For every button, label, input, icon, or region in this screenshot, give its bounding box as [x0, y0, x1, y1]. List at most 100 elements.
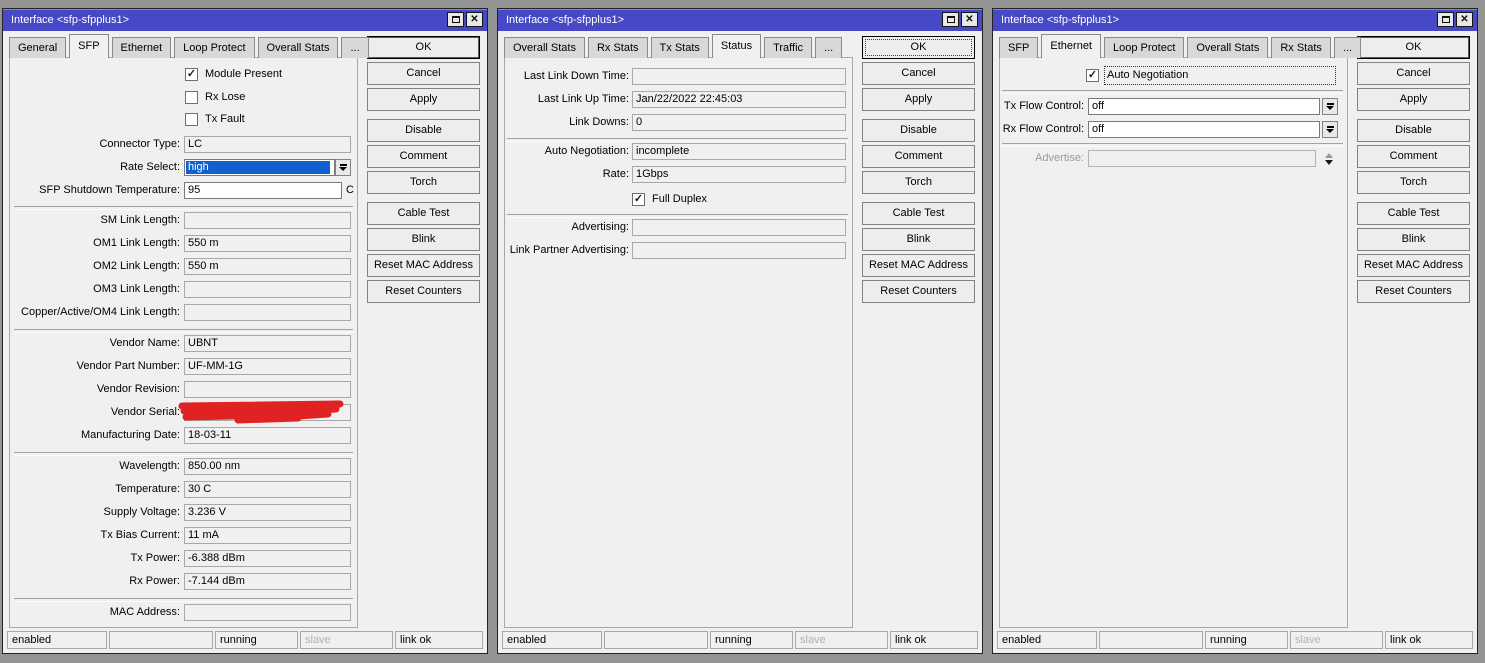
advertise-spinner[interactable]	[1324, 151, 1334, 166]
disable-button[interactable]: Disable	[367, 119, 480, 142]
torch-button[interactable]: Torch	[862, 171, 975, 194]
module-present-checkbox[interactable]: ✓	[185, 68, 198, 81]
tab-rx-stats[interactable]: Rx Stats	[1271, 37, 1331, 58]
sfp-shutdown-temperature-label: SFP Shutdown Temperature:	[39, 184, 180, 196]
check-icon: ✓	[186, 68, 197, 80]
tab-rx-stats[interactable]: Rx Stats	[587, 37, 648, 58]
separator	[14, 452, 353, 456]
maximize-button[interactable]	[1437, 12, 1454, 27]
reset-counters-button[interactable]: Reset Counters	[862, 280, 975, 303]
rate-label: Rate:	[602, 168, 629, 180]
connector-type-label: Connector Type:	[99, 138, 180, 150]
status-link-ok: link ok	[395, 631, 483, 649]
tab-general[interactable]: General	[9, 37, 67, 58]
auto-negotiation-checkbox[interactable]: ✓	[1086, 69, 1099, 82]
reset-counters-button[interactable]: Reset Counters	[1357, 280, 1470, 303]
reset-mac-address-button[interactable]: Reset MAC Address	[367, 254, 480, 277]
advertise-field	[1088, 150, 1316, 167]
ethernet-form-panel: ✓ Auto Negotiation Tx Flow Control: off …	[999, 57, 1348, 628]
ok-button[interactable]: OK	[367, 36, 480, 59]
tab-sfp[interactable]: SFP	[69, 34, 109, 58]
tab-status[interactable]: Status	[711, 34, 762, 58]
tx-flow-control-field[interactable]: off	[1088, 98, 1320, 115]
blink-button[interactable]: Blink	[1357, 228, 1470, 251]
om3-link-length-label: OM3 Link Length:	[93, 283, 180, 295]
wavelength-label: Wavelength:	[119, 460, 180, 472]
tab-tx-stats[interactable]: Tx Stats	[650, 37, 709, 58]
status-cell-2	[1099, 631, 1203, 649]
link-downs-label: Link Downs:	[569, 116, 629, 128]
close-button[interactable]: ✕	[1456, 12, 1473, 27]
cancel-button[interactable]: Cancel	[1357, 62, 1470, 85]
tab-overall-stats[interactable]: Overall Stats	[257, 37, 339, 58]
torch-button[interactable]: Torch	[367, 171, 480, 194]
mac-address-field	[184, 604, 351, 621]
blink-button[interactable]: Blink	[367, 228, 480, 251]
status-cell-2	[604, 631, 708, 649]
disable-button[interactable]: Disable	[862, 119, 975, 142]
apply-button[interactable]: Apply	[1357, 88, 1470, 111]
tab-traffic[interactable]: Traffic	[764, 37, 813, 58]
spinner-up-icon	[1325, 152, 1333, 158]
apply-button[interactable]: Apply	[367, 88, 480, 111]
vendor-name-field: UBNT	[184, 335, 351, 352]
reset-counters-button[interactable]: Reset Counters	[367, 280, 480, 303]
tab-loop-protect[interactable]: Loop Protect	[174, 37, 255, 58]
titlebar[interactable]: Interface <sfp-sfpplus1> ✕	[993, 9, 1477, 31]
sfp-shutdown-temperature-suffix: C	[346, 184, 354, 196]
tab-sfp[interactable]: SFP	[999, 37, 1039, 58]
comment-button[interactable]: Comment	[1357, 145, 1470, 168]
reset-mac-address-button[interactable]: Reset MAC Address	[1357, 254, 1470, 277]
maximize-button[interactable]	[942, 12, 959, 27]
cable-test-button[interactable]: Cable Test	[367, 202, 480, 225]
tx-fault-checkbox[interactable]	[185, 113, 198, 126]
rx-power-field: -7.144 dBm	[184, 573, 351, 590]
comment-button[interactable]: Comment	[862, 145, 975, 168]
rate-select-field[interactable]: high	[186, 161, 330, 174]
tab-ethernet[interactable]: Ethernet	[111, 37, 172, 58]
titlebar[interactable]: Interface <sfp-sfpplus1> ✕	[3, 9, 487, 31]
cancel-button[interactable]: Cancel	[862, 62, 975, 85]
titlebar[interactable]: Interface <sfp-sfpplus1> ✕	[498, 9, 982, 31]
rate-select-dropdown-button[interactable]	[335, 159, 351, 176]
comment-button[interactable]: Comment	[367, 145, 480, 168]
tx-flow-control-dropdown-button[interactable]	[1322, 98, 1338, 115]
tab-loop-protect[interactable]: Loop Protect	[1104, 37, 1185, 58]
tab-more[interactable]: ...	[815, 37, 843, 58]
cable-test-button[interactable]: Cable Test	[1357, 202, 1470, 225]
om3-link-length-field	[184, 281, 351, 298]
cable-test-button[interactable]: Cable Test	[862, 202, 975, 225]
torch-button[interactable]: Torch	[1357, 171, 1470, 194]
close-icon: ✕	[470, 13, 479, 25]
disable-button[interactable]: Disable	[1357, 119, 1470, 142]
close-button[interactable]: ✕	[961, 12, 978, 27]
close-icon: ✕	[965, 13, 974, 25]
rx-lose-checkbox[interactable]	[185, 91, 198, 104]
reset-mac-address-button[interactable]: Reset MAC Address	[862, 254, 975, 277]
spinner-down-icon	[1325, 159, 1333, 165]
close-button[interactable]: ✕	[466, 12, 483, 27]
tx-bias-current-field: 11 mA	[184, 527, 351, 544]
tab-ethernet[interactable]: Ethernet	[1041, 34, 1101, 58]
dropdown-icon	[1326, 126, 1334, 128]
status-link-ok: link ok	[1385, 631, 1473, 649]
tab-more[interactable]: ...	[341, 37, 369, 58]
maximize-button[interactable]	[447, 12, 464, 27]
tab-overall-stats[interactable]: Overall Stats	[504, 37, 585, 58]
tab-more[interactable]: ...	[1333, 37, 1362, 58]
vendor-serial-label: Vendor Serial:	[110, 406, 180, 418]
cancel-button[interactable]: Cancel	[367, 62, 480, 85]
apply-button[interactable]: Apply	[862, 88, 975, 111]
status-slave: slave	[1290, 631, 1383, 649]
blink-button[interactable]: Blink	[862, 228, 975, 251]
full-duplex-label: Full Duplex	[652, 193, 708, 205]
ok-button[interactable]: OK	[1357, 36, 1470, 59]
sfp-shutdown-temperature-field[interactable]: 95	[184, 182, 342, 199]
rx-flow-control-field[interactable]: off	[1088, 121, 1320, 138]
rx-flow-control-dropdown-button[interactable]	[1322, 121, 1338, 138]
mac-address-label: MAC Address:	[109, 606, 180, 618]
ok-button[interactable]: OK	[862, 36, 975, 59]
tab-overall-stats[interactable]: Overall Stats	[1187, 37, 1269, 58]
separator	[1002, 143, 1343, 147]
full-duplex-checkbox[interactable]: ✓	[632, 193, 645, 206]
